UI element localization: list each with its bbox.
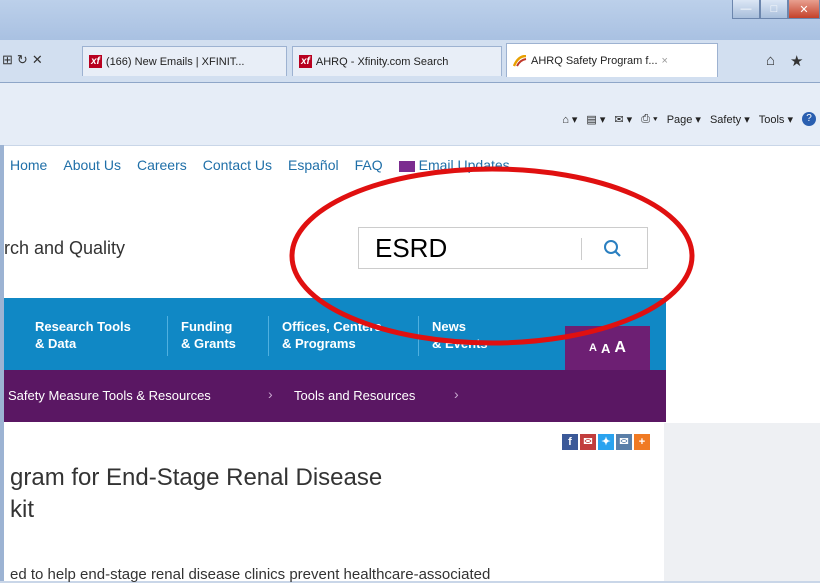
nav-label: & Events — [432, 336, 488, 351]
search-icon[interactable] — [602, 238, 624, 260]
nav-divider — [418, 316, 419, 356]
tab-ahrq-safety[interactable]: AHRQ Safety Program f... × — [506, 43, 718, 77]
nav-label: & Programs — [282, 336, 356, 351]
xfinity-icon: xf — [299, 55, 312, 68]
text-size-large[interactable]: A — [614, 339, 626, 357]
site-brand[interactable]: rch and Quality — [4, 238, 125, 259]
tab-label: AHRQ - Xfinity.com Search — [315, 55, 449, 68]
command-bar-items: ⌂ ▾ ▤ ▾ ✉ ▾ ⎙ ▾ Page ▾ Safety ▾ Tools ▾ … — [562, 112, 816, 126]
minimize-icon[interactable]: — — [732, 0, 760, 19]
nav-espanol-link[interactable]: Español — [288, 157, 339, 173]
nav-label: & Grants — [181, 336, 236, 351]
stop-icon[interactable]: ✕ — [32, 52, 43, 68]
tab-label: (166) New Emails | XFINIT... — [105, 55, 245, 68]
print-icon[interactable]: ⎙ ▾ — [641, 113, 657, 126]
nav-research-tools[interactable]: Research Tools & Data — [35, 318, 131, 352]
close-tab-icon[interactable]: × — [662, 55, 668, 67]
nav-label: News — [432, 319, 466, 334]
right-sidebar — [664, 423, 820, 581]
envelope-icon — [398, 160, 415, 172]
mail-share-icon[interactable]: ✉ — [616, 434, 632, 450]
text-size-medium[interactable]: A — [601, 341, 610, 356]
nav-offices[interactable]: Offices, Centers & Programs — [282, 318, 382, 352]
nav-label: Funding — [181, 319, 233, 334]
page-title-line1: gram for End-Stage Renal Disease — [10, 464, 383, 491]
tab-xfinity-email[interactable]: xf (166) New Emails | XFINIT... — [82, 46, 287, 76]
nav-faq-link[interactable]: FAQ — [355, 157, 383, 173]
email-share-icon[interactable]: ✉ — [580, 434, 596, 450]
tab-label: AHRQ Safety Program f... — [531, 54, 658, 67]
more-share-icon[interactable]: + — [634, 434, 650, 450]
nav-contact-link[interactable]: Contact Us — [203, 157, 272, 173]
home-dropdown-icon[interactable]: ⌂ ▾ — [562, 113, 577, 126]
twitter-icon[interactable]: ✦ — [598, 434, 614, 450]
page-title-line2: kit — [10, 496, 34, 523]
browser-titlebar — [0, 0, 820, 40]
home-icon[interactable]: ⌂ — [766, 52, 775, 69]
breadcrumb-separator: › — [268, 386, 273, 402]
nav-divider — [167, 316, 168, 356]
window-controls: — □ ✕ — [732, 0, 820, 20]
breadcrumb-separator: › — [454, 386, 459, 402]
text-size-small[interactable]: A — [589, 342, 597, 354]
breadcrumb-tools-resources[interactable]: Tools and Resources — [294, 388, 415, 403]
utility-nav: Home About Us Careers Contact Us Español… — [10, 157, 510, 173]
page-menu[interactable]: Page ▾ — [667, 113, 701, 126]
nav-careers-link[interactable]: Careers — [137, 157, 187, 173]
nav-label: Research Tools — [35, 319, 131, 334]
ahrq-favicon-icon — [512, 54, 527, 67]
search-input[interactable] — [373, 231, 587, 265]
compat-view-icon[interactable]: ⊞ — [2, 52, 13, 68]
facebook-icon[interactable]: f — [562, 434, 578, 450]
safety-menu[interactable]: Safety ▾ — [710, 113, 750, 126]
mail-icon[interactable]: ✉ ▾ — [614, 113, 632, 126]
search-divider — [581, 238, 582, 260]
page-description: ed to help end-stage renal disease clini… — [10, 566, 491, 583]
page-title: gram for End-Stage Renal Disease kit — [10, 462, 382, 526]
close-window-icon[interactable]: ✕ — [788, 0, 820, 19]
address-controls: ⊞ ↻ ✕ — [2, 52, 43, 68]
tab-xfinity-search[interactable]: xf AHRQ - Xfinity.com Search — [292, 46, 502, 76]
xfinity-icon: xf — [89, 55, 102, 68]
share-toolbar: f ✉ ✦ ✉ + — [562, 434, 650, 450]
nav-about-link[interactable]: About Us — [63, 157, 121, 173]
text-size-control: A A A — [565, 326, 650, 370]
email-updates-link[interactable]: Email Updates — [398, 157, 510, 173]
tools-menu[interactable]: Tools ▾ — [759, 113, 793, 126]
nav-news[interactable]: News & Events — [432, 318, 488, 352]
help-icon[interactable]: ? — [802, 112, 816, 126]
feeds-icon[interactable]: ▤ ▾ — [586, 113, 605, 126]
nav-label: Offices, Centers — [282, 319, 382, 334]
nav-label: & Data — [35, 336, 77, 351]
nav-home-link[interactable]: Home — [10, 157, 47, 173]
maximize-icon[interactable]: □ — [760, 0, 788, 19]
nav-funding[interactable]: Funding & Grants — [181, 318, 236, 352]
site-search — [358, 227, 648, 269]
email-updates-label: Email Updates — [418, 157, 510, 173]
favorites-star-icon[interactable]: ★ — [790, 52, 803, 70]
refresh-icon[interactable]: ↻ — [17, 52, 28, 68]
breadcrumb-safety-measure[interactable]: Safety Measure Tools & Resources — [8, 388, 211, 403]
nav-divider — [268, 316, 269, 356]
